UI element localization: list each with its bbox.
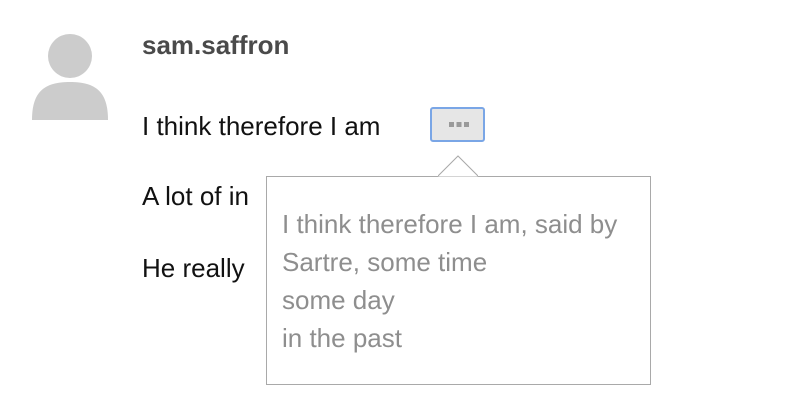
post-line-3: He really xyxy=(142,253,245,283)
avatar[interactable] xyxy=(30,32,110,122)
popup-arrow-icon xyxy=(438,155,478,177)
post-line-2: A lot of in xyxy=(142,181,249,211)
post-page: sam.saffron I think therefore I am A lot… xyxy=(0,0,797,417)
user-silhouette-icon xyxy=(32,34,108,120)
post-username[interactable]: sam.saffron xyxy=(142,30,289,60)
popup-line-2: Sartre, some time xyxy=(282,247,488,277)
ellipsis-icon xyxy=(449,122,469,127)
popup-line-3: some day xyxy=(282,285,395,315)
expand-popup-button[interactable] xyxy=(430,107,485,142)
expanded-popup: I think therefore I am, said by Sartre, … xyxy=(266,176,651,385)
popup-line-1: I think therefore I am, said by xyxy=(282,209,618,239)
popup-text: I think therefore I am, said by Sartre, … xyxy=(282,205,617,357)
popup-line-4: in the past xyxy=(282,323,402,353)
post-line-1: I think therefore I am xyxy=(142,111,381,141)
